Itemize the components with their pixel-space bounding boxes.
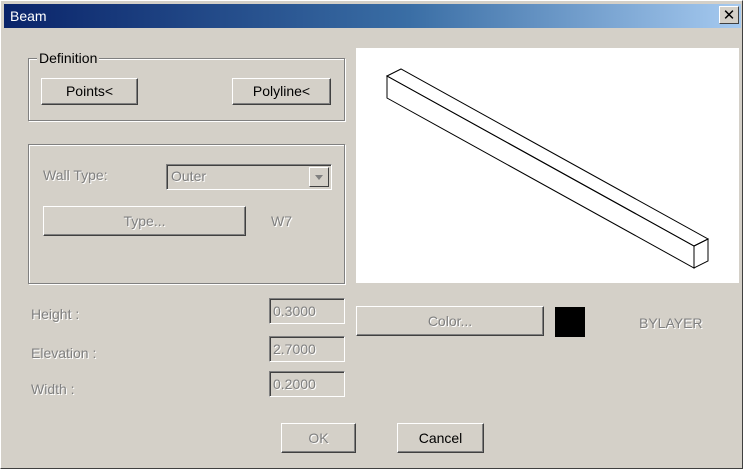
window-title: Beam (10, 8, 47, 24)
polyline-button[interactable]: Polyline< (232, 78, 331, 105)
width-field[interactable]: 0.2000 (269, 371, 345, 397)
wall-type-value: Outer (171, 168, 207, 184)
beam-3d-preview-icon (385, 68, 710, 269)
elevation-label: Elevation : (31, 345, 97, 361)
elevation-field[interactable]: 2.7000 (269, 336, 345, 362)
type-button[interactable]: Type... (43, 206, 246, 236)
beam-dialog: Beam ✕ Definition Points< Polyline< Wall… (0, 0, 743, 469)
wall-type-code: W7 (271, 213, 292, 229)
height-label: Height : (31, 306, 80, 322)
points-button[interactable]: Points< (41, 78, 138, 105)
title-bar[interactable]: Beam ✕ (4, 4, 741, 28)
color-value: BYLAYER (639, 315, 703, 331)
definition-legend: Definition (37, 50, 100, 66)
color-button[interactable]: Color... (356, 306, 544, 336)
color-swatch (555, 307, 585, 337)
chevron-down-icon[interactable] (309, 167, 329, 187)
height-field[interactable]: 0.3000 (269, 298, 345, 324)
wall-type-select[interactable]: Outer (166, 164, 332, 190)
close-icon: ✕ (722, 6, 736, 24)
close-button[interactable]: ✕ (719, 6, 739, 24)
beam-preview (356, 48, 739, 283)
width-label: Width : (31, 381, 75, 397)
wall-type-label: Wall Type: (43, 167, 108, 183)
cancel-button[interactable]: Cancel (397, 423, 484, 453)
ok-button[interactable]: OK (281, 423, 356, 453)
